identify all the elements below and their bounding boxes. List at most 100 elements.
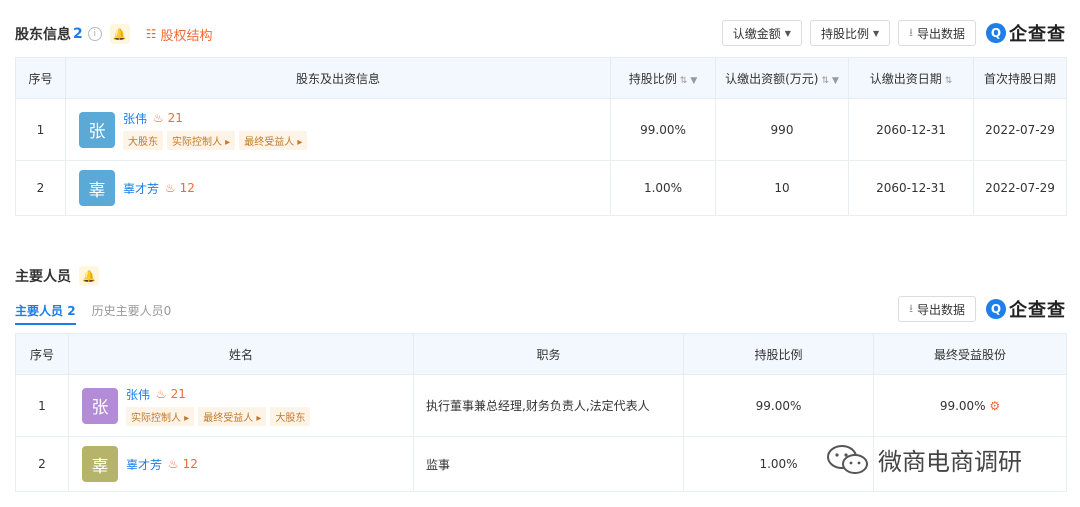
person-name-link[interactable]: 张伟: [123, 110, 147, 127]
name-cell: 张 张伟 ♨ 21 实际控制人 ▸ 最终受益人 ▸ 大股东: [68, 374, 414, 437]
avatar: 张: [82, 387, 118, 424]
qichacha-logo: Q 企查查: [986, 20, 1066, 46]
col-header-ratio[interactable]: 持股比例 ⇅ ▼: [610, 57, 716, 99]
subscribed-amount-dropdown[interactable]: 认缴金额 ▼: [721, 20, 802, 46]
relation-icon: ♨: [156, 387, 167, 401]
relation-count-value: 12: [182, 457, 198, 471]
tab-current-label: 主要人员: [15, 304, 64, 318]
row-no: 2: [15, 160, 66, 216]
share-ratio-label: 持股比例: [820, 26, 869, 41]
personnel-section-header: 主要人员 🔔: [15, 264, 99, 288]
amount-cell: 10: [715, 160, 849, 216]
shareholder-title: 股东信息: [15, 27, 71, 43]
tag-label: 实际控制人: [172, 136, 222, 148]
table-header-row: 序号 股东及出资信息 持股比例 ⇅ ▼ 认缴出资额(万元) ⇅ ▼ 认缴出资日期 ⇅ 首次…: [15, 57, 1067, 99]
shareholder-cell: 辜 辜才芳 ♨ 12: [65, 160, 611, 216]
share-ratio-dropdown[interactable]: 持股比例 ▼: [809, 20, 891, 46]
filter-icon: ▼: [690, 75, 698, 86]
col-header-name: 姓名: [68, 333, 414, 375]
info-icon[interactable]: i: [87, 27, 102, 41]
table-row: 1 张 张伟 ♨ 21 大股东 实际控制人 ▸ 最终受益人 ▸ 99.00% 9…: [15, 98, 1067, 161]
avatar: 辜: [82, 446, 118, 482]
tag-ultimate-beneficiary[interactable]: 最终受益人 ▸: [239, 130, 308, 150]
equity-structure-link[interactable]: ☷ 股权结构: [146, 25, 213, 44]
qichacha-logo-icon: Q: [986, 23, 1006, 43]
sub-date-cell: 2060-12-31: [848, 160, 974, 216]
avatar: 辜: [79, 170, 115, 206]
col-header-position: 职务: [413, 333, 684, 375]
ratio-cell: 1.00%: [610, 160, 716, 216]
amount-header-label: 认缴出资额(万元): [725, 71, 819, 86]
tag-actual-controller[interactable]: 实际控制人 ▸: [126, 406, 195, 426]
ratio-cell: 99.00%: [683, 374, 874, 437]
personnel-title: 主要人员: [15, 269, 71, 285]
first-date-cell: 2022-07-29: [973, 160, 1067, 216]
relation-count[interactable]: ♨ 12: [165, 181, 195, 195]
org-chart-icon: ☷: [145, 27, 157, 41]
amount-cell: 990: [715, 98, 849, 161]
relation-count-value: 21: [167, 111, 183, 125]
export-label: 导出数据: [916, 302, 965, 317]
row-no: 2: [15, 436, 69, 492]
equity-path-icon[interactable]: ⚙: [989, 399, 1000, 413]
download-icon: ⭳: [909, 301, 913, 315]
relation-count-value: 12: [179, 181, 195, 195]
tab-current-count: 2: [67, 304, 76, 318]
tag-label: 实际控制人: [131, 412, 181, 424]
tab-current-personnel[interactable]: 主要人员 2: [15, 302, 76, 325]
bell-icon[interactable]: 🔔: [79, 266, 99, 286]
person-name-link[interactable]: 辜才芳: [126, 456, 162, 473]
ratio-cell: 99.00%: [610, 98, 716, 161]
tag-label: 大股东: [275, 412, 306, 424]
shareholder-cell: 张 张伟 ♨ 21 大股东 实际控制人 ▸ 最终受益人 ▸: [65, 98, 611, 161]
tag-label: 大股东: [128, 136, 158, 148]
tab-history-personnel[interactable]: 历史主要人员0: [92, 302, 172, 325]
col-header-no: 序号: [15, 333, 69, 375]
personnel-tabs: 主要人员 2 历史主要人员0: [15, 302, 171, 325]
sort-icon: ⇅: [679, 75, 688, 86]
qichacha-logo-icon: Q: [986, 299, 1006, 319]
sub-date-header-label: 认缴出资日期: [869, 71, 942, 86]
table-header-row: 序号 姓名 职务 持股比例 最终受益股份: [15, 333, 1067, 375]
export-button[interactable]: ⭳ 导出数据: [898, 296, 976, 322]
relation-icon: ♨: [168, 457, 179, 471]
tag-actual-controller[interactable]: 实际控制人 ▸: [167, 130, 236, 150]
download-icon: ⭳: [909, 25, 913, 39]
relation-count[interactable]: ♨ 21: [153, 111, 183, 125]
relation-icon: ♨: [153, 111, 164, 125]
export-label: 导出数据: [916, 26, 965, 41]
table-row: 1 张 张伟 ♨ 21 实际控制人 ▸ 最终受益人 ▸ 大股东 执行董事兼总经理…: [15, 374, 1067, 437]
row-no: 1: [15, 374, 69, 437]
tag-ultimate-beneficiary[interactable]: 最终受益人 ▸: [198, 406, 267, 426]
relation-icon: ♨: [165, 181, 176, 195]
tag-major-shareholder[interactable]: 大股东: [270, 406, 311, 426]
col-header-shareholder: 股东及出资信息: [65, 57, 611, 99]
col-header-benefit: 最终受益股份: [873, 333, 1067, 375]
first-date-cell: 2022-07-29: [973, 98, 1067, 161]
person-name-link[interactable]: 张伟: [126, 386, 150, 403]
col-header-first-date: 首次持股日期: [973, 57, 1067, 99]
caret-down-icon: ▼: [872, 28, 880, 38]
tag-major-shareholder[interactable]: 大股东: [123, 130, 163, 150]
relation-count[interactable]: ♨ 12: [168, 457, 198, 471]
tag-label: 最终受益人: [203, 412, 254, 424]
subscribed-amount-label: 认缴金额: [732, 26, 781, 41]
equity-link-label: 股权结构: [160, 28, 213, 44]
col-header-amount[interactable]: 认缴出资额(万元) ⇅ ▼: [715, 57, 849, 99]
shareholder-section-header: 股东信息 2 i 🔔 ☷ 股权结构: [15, 22, 213, 46]
avatar: 张: [79, 111, 115, 148]
shareholder-toolbar: 认缴金额 ▼ 持股比例 ▼ ⭳ 导出数据 Q 企查查: [721, 20, 1066, 46]
col-header-ratio: 持股比例: [683, 333, 874, 375]
tag-label: 最终受益人: [244, 136, 295, 148]
relation-count-value: 21: [170, 387, 186, 401]
qichacha-logo-text: 企查查: [1009, 24, 1066, 45]
person-name-link[interactable]: 辜才芳: [123, 180, 159, 197]
row-no: 1: [15, 98, 66, 161]
position-cell: 监事: [413, 436, 684, 492]
relation-count[interactable]: ♨ 21: [156, 387, 186, 401]
col-header-sub-date[interactable]: 认缴出资日期 ⇅: [848, 57, 974, 99]
export-button[interactable]: ⭳ 导出数据: [898, 20, 976, 46]
bell-icon[interactable]: 🔔: [109, 24, 130, 44]
qichacha-logo: Q 企查查: [986, 296, 1066, 322]
wechat-icon: [827, 444, 868, 474]
